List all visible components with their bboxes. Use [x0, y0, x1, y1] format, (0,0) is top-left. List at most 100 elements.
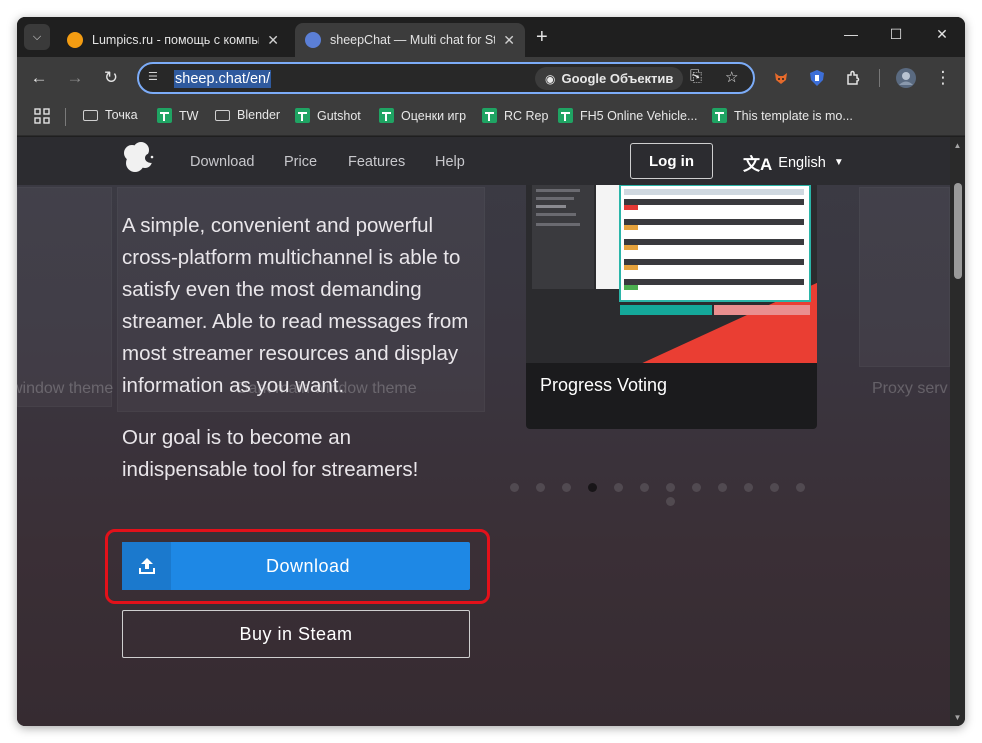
- browser-menu-button[interactable]: ⋮: [933, 68, 953, 88]
- bookmark-tochka[interactable]: Точка: [83, 108, 138, 122]
- nav-help-link[interactable]: Help: [435, 154, 465, 170]
- tab-sheepchat[interactable]: sheepChat — Multi chat for Stre ✕: [295, 23, 525, 57]
- tab-strip: ⌵ Lumpics.ru - помощь с компью ✕ sheepCh…: [17, 17, 965, 57]
- page-scrollbar[interactable]: ▲ ▼: [950, 137, 965, 726]
- intro-text: A simple, convenient and powerful cross-…: [122, 214, 469, 397]
- background-caption: Proxy serv: [872, 380, 948, 397]
- forward-button[interactable]: →: [65, 68, 85, 88]
- back-button[interactable]: ←: [29, 68, 49, 88]
- bookmark-label: TW: [179, 108, 199, 123]
- maximize-button[interactable]: ☐: [886, 26, 906, 43]
- page-viewport: window theme Dark main window theme Prox…: [17, 137, 950, 726]
- carousel-dot[interactable]: [588, 483, 597, 492]
- tab-lumpics[interactable]: Lumpics.ru - помощь с компью ✕: [57, 23, 289, 57]
- bookmark-ocenki-igr[interactable]: Оценки игр: [379, 108, 466, 123]
- slide-screenshot: [526, 185, 817, 363]
- goal-text: Our goal is to become an indispensable t…: [122, 426, 419, 481]
- download-button[interactable]: Download: [122, 542, 470, 590]
- folder-icon: [215, 109, 230, 121]
- sheet-icon: [712, 108, 727, 123]
- site-info-icon[interactable]: ☰: [148, 70, 164, 86]
- bookmark-label: FH5 Online Vehicle...: [580, 108, 698, 123]
- bookmark-fh5[interactable]: FH5 Online Vehicle...: [558, 108, 697, 123]
- sheet-icon: [482, 108, 497, 123]
- fox-extension-icon[interactable]: [771, 68, 791, 88]
- bookmark-tw[interactable]: TW: [157, 108, 198, 123]
- bookmark-gutshot[interactable]: Gutshot: [295, 108, 361, 123]
- background-theme-card: [859, 187, 950, 367]
- voting-app-preview-icon: [532, 185, 811, 315]
- shield-extension-icon[interactable]: [807, 68, 827, 88]
- language-label: English: [778, 154, 826, 171]
- toolbar-separator: [879, 69, 880, 87]
- lens-label: Google Объектив: [561, 71, 674, 86]
- lens-icon: ◉: [545, 71, 556, 86]
- sheet-icon: [295, 108, 310, 123]
- bookmark-template[interactable]: This template is mo...: [712, 108, 853, 123]
- carousel-dot[interactable]: [796, 483, 805, 492]
- sheet-icon: [558, 108, 573, 123]
- new-tab-button[interactable]: +: [536, 26, 548, 49]
- carousel-dot[interactable]: [666, 497, 675, 506]
- tab-title: Lumpics.ru - помощь с компью: [92, 33, 260, 47]
- bookmark-rc-rep[interactable]: RC Rep: [482, 108, 548, 123]
- site-nav-bar: Download Price Features Help Log in 文A E…: [17, 137, 950, 185]
- sheet-icon: [157, 108, 172, 123]
- extensions-puzzle-icon[interactable]: [843, 68, 863, 88]
- login-button[interactable]: Log in: [630, 143, 713, 179]
- browser-toolbar: ← → ↻ ☰ sheep.chat/en/ ◉ Google Объектив…: [17, 57, 965, 99]
- sheep-logo-icon[interactable]: [121, 141, 159, 177]
- carousel-dot[interactable]: [770, 483, 779, 492]
- folder-icon: [83, 109, 98, 121]
- upload-tray-icon: [122, 542, 171, 590]
- carousel-dot[interactable]: [744, 483, 753, 492]
- close-window-button[interactable]: ✕: [932, 26, 952, 43]
- language-selector[interactable]: 文A English ▼: [743, 150, 844, 175]
- scroll-up-icon[interactable]: ▲: [953, 141, 962, 150]
- carousel-dot[interactable]: [640, 483, 649, 492]
- background-theme-card: [17, 187, 112, 407]
- carousel-dot[interactable]: [692, 483, 701, 492]
- apps-grid-icon[interactable]: [34, 108, 50, 128]
- tab-title: sheepChat — Multi chat for Stre: [330, 33, 496, 47]
- reload-button[interactable]: ↻: [101, 68, 121, 88]
- carousel-dot[interactable]: [562, 483, 571, 492]
- carousel-dot[interactable]: [718, 483, 727, 492]
- bookmark-label: This template is mo...: [734, 108, 853, 123]
- minimize-button[interactable]: —: [841, 26, 861, 42]
- close-icon[interactable]: ✕: [503, 32, 515, 49]
- translate-icon: 文A: [743, 155, 773, 174]
- chevron-down-icon: ⌵: [32, 30, 42, 43]
- nav-features-link[interactable]: Features: [348, 154, 405, 170]
- scroll-down-icon[interactable]: ▼: [953, 713, 962, 722]
- address-bar[interactable]: ☰ sheep.chat/en/ ◉ Google Объектив ⎘ ☆: [137, 62, 755, 94]
- background-caption: window theme: [17, 380, 114, 397]
- close-icon[interactable]: ✕: [267, 32, 279, 49]
- carousel-slide[interactable]: Progress Voting: [526, 185, 817, 429]
- nav-price-link[interactable]: Price: [284, 154, 317, 170]
- caret-down-icon: ▼: [833, 157, 844, 168]
- slide-caption: Progress Voting: [540, 375, 668, 395]
- carousel-dot[interactable]: [666, 483, 675, 492]
- translate-icon[interactable]: ⎘: [690, 68, 702, 85]
- profile-avatar[interactable]: [896, 68, 916, 88]
- lumpics-favicon-icon: [67, 32, 83, 48]
- nav-download-link[interactable]: Download: [190, 154, 255, 170]
- sheepchat-favicon-icon: [305, 32, 321, 48]
- buy-in-steam-button[interactable]: Buy in Steam: [122, 610, 470, 658]
- bookmark-label: Точка: [105, 108, 138, 122]
- tab-search-button[interactable]: ⌵: [24, 24, 50, 50]
- bookmark-blender[interactable]: Blender: [215, 108, 280, 122]
- star-icon[interactable]: ☆: [725, 68, 738, 86]
- google-lens-button[interactable]: ◉ Google Объектив: [535, 67, 684, 90]
- carousel-dot[interactable]: [510, 483, 519, 492]
- bookmark-label: Gutshot: [317, 108, 361, 123]
- bookmark-label: RC Rep: [504, 108, 549, 123]
- bookmark-label: Blender: [237, 108, 281, 122]
- carousel-dot[interactable]: [614, 483, 623, 492]
- browser-window: ⌵ Lumpics.ru - помощь с компью ✕ sheepCh…: [17, 17, 965, 726]
- carousel-dot[interactable]: [536, 483, 545, 492]
- scroll-thumb[interactable]: [954, 183, 962, 279]
- url-text[interactable]: sheep.chat/en/: [174, 70, 272, 88]
- bookmarks-separator: [65, 108, 66, 126]
